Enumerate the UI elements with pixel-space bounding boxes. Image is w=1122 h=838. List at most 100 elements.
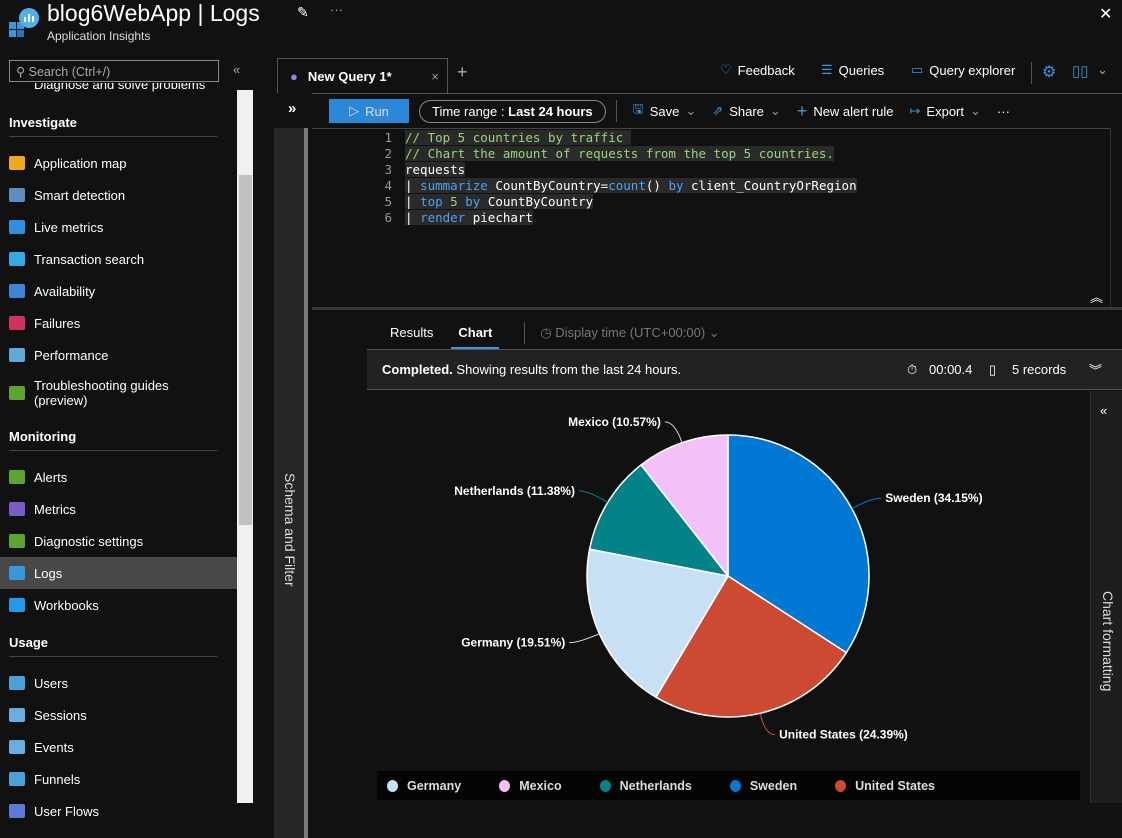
sidebar-item-metrics[interactable]: Metrics	[0, 493, 237, 525]
chevron-down-icon[interactable]: ⌄	[1097, 62, 1108, 78]
play-icon: ▷	[349, 103, 360, 118]
run-button[interactable]: ▷ Run	[329, 99, 409, 123]
add-tab-icon[interactable]: +	[457, 62, 468, 83]
code-token: // Chart the amount of requests from the…	[405, 146, 834, 161]
sidebar-item-performance[interactable]: Performance	[0, 339, 237, 371]
export-button[interactable]: ↦ Export ⌄	[910, 103, 981, 119]
expand-chart-formatting-icon[interactable]: «	[1100, 403, 1107, 418]
code-token: render	[420, 210, 466, 225]
user-icon	[9, 804, 25, 818]
sidebar-section-title: Investigate	[9, 115, 77, 130]
editor-results-splitter[interactable]	[312, 307, 1122, 310]
sidebar-item-label: Users	[34, 675, 68, 691]
legend-marker	[599, 779, 611, 792]
sidebar-item-troubleshooting-guides-preview[interactable]: Troubleshooting guides (preview)	[0, 371, 237, 415]
legend-item[interactable]: United States	[835, 779, 935, 793]
legend-item[interactable]: Germany	[387, 779, 461, 793]
sidebar-item-events[interactable]: Events	[0, 731, 237, 763]
record-count: 5 records	[1012, 362, 1067, 377]
legend-item[interactable]: Mexico	[499, 779, 562, 793]
sidebar-item-sessions[interactable]: Sessions	[0, 699, 237, 731]
save-label: Save	[649, 103, 680, 119]
legend-item[interactable]: Sweden	[729, 779, 797, 793]
sidebar-item-smart-detection[interactable]: Smart detection	[0, 179, 237, 211]
sidebar-item-alerts[interactable]: Alerts	[0, 461, 237, 493]
chart-formatting-label: Chart formatting	[1100, 591, 1116, 692]
code-token: |	[405, 210, 421, 225]
feedback-button[interactable]: ♡ Feedback	[720, 62, 795, 78]
sidebar-item-user-flows[interactable]: User Flows	[0, 795, 237, 827]
sidebar-item-live-metrics[interactable]: Live metrics	[0, 211, 237, 243]
transaction-icon	[9, 252, 25, 266]
chart-formatting-panel[interactable]: « Chart formatting	[1090, 391, 1122, 803]
sidebar-item-label: Funnels	[34, 771, 81, 787]
sidebar-item-availability[interactable]: Availability	[0, 275, 237, 307]
close-tab-icon[interactable]: ×	[431, 69, 439, 84]
book-icon[interactable]: ▯▯	[1072, 62, 1089, 80]
more-options-button[interactable]: ···	[997, 104, 1010, 119]
query-editor[interactable]: 1 // Top 5 countries by traffic 2 // Chart…	[312, 128, 1110, 308]
availability-icon	[9, 284, 25, 298]
collapse-sidebar-icon[interactable]: «	[233, 62, 240, 77]
expand-schema-icon[interactable]: »	[288, 100, 296, 117]
data-label: Netherlands (11.38%)	[454, 484, 575, 498]
queries-button[interactable]: ☰ Queries	[821, 62, 884, 78]
chart-legend: Germany Mexico Netherlands Sweden United Sta…	[377, 771, 1080, 800]
heart-icon: ♡	[720, 62, 732, 77]
status-text: Showing results from the last 24 hours.	[452, 362, 682, 377]
sidebar-search-input[interactable]: ⚲ Search (Ctrl+/)	[9, 60, 219, 82]
sidebar-item-label: Diagnose and solve problems	[34, 83, 206, 92]
sidebar-item-diagnose[interactable]: Diagnose and solve problems	[9, 83, 237, 92]
code-token: ()	[645, 178, 669, 193]
sidebar-item-label: Diagnostic settings	[34, 533, 144, 549]
failures-icon	[9, 316, 25, 330]
sidebar-item-label: Metrics	[34, 501, 76, 517]
chevron-down-icon: ⌄	[769, 103, 781, 118]
sidebar-item-workbooks[interactable]: Workbooks	[0, 589, 237, 621]
sidebar-item-transaction-search[interactable]: Transaction search	[0, 243, 237, 275]
export-label: Export	[926, 103, 964, 119]
save-button[interactable]: 🖫 Save ⌄	[633, 100, 697, 122]
pin-icon[interactable]: ✎	[297, 4, 309, 21]
sidebar-item-users[interactable]: Users	[0, 667, 237, 699]
leader-line	[664, 421, 683, 443]
sidebar-item-funnels[interactable]: Funnels	[0, 763, 237, 795]
sidebar-scrollbar-thumb[interactable]	[239, 175, 252, 525]
status-bar: Completed. Showing results from the last…	[367, 349, 1122, 390]
collapse-editor-icon[interactable]: ︽	[1090, 287, 1103, 306]
sidebar-item-label: User Flows	[34, 803, 100, 819]
funnels-icon	[9, 772, 25, 786]
display-time-dropdown[interactable]: ◷ Display time (UTC+00:00) ⌄	[540, 325, 719, 350]
time-range-button[interactable]: Time range : Last 24 hours	[419, 99, 606, 123]
sidebar-item-label: Troubleshooting guides (preview)	[34, 378, 169, 408]
line-number: 1	[384, 130, 392, 145]
code-token: top	[420, 194, 443, 209]
chevron-down-icon: ⌄	[685, 103, 697, 118]
more-icon[interactable]: ···	[330, 2, 343, 17]
schema-and-filter-panel[interactable]: Schema and Filter	[274, 128, 308, 838]
sessions-icon	[9, 708, 25, 722]
sidebar-item-application-map[interactable]: Application map	[0, 147, 237, 179]
status-completed: Completed.	[382, 362, 453, 377]
sidebar-item-logs[interactable]: Logs	[0, 557, 237, 589]
sidebar-item-label: Failures	[34, 315, 81, 331]
query-explorer-button[interactable]: ▭ Query explorer	[911, 62, 1015, 78]
leader-line	[851, 497, 882, 510]
share-button[interactable]: ⇗ Share ⌄	[712, 103, 781, 119]
sidebar-item-failures[interactable]: Failures	[0, 307, 237, 339]
display-time-label: Display time (UTC+00:00)	[555, 325, 706, 340]
editor-scrollbar[interactable]	[1110, 128, 1122, 308]
close-icon[interactable]: ✕	[1099, 4, 1112, 24]
tab-new-query-1[interactable]: ● New Query 1* ×	[277, 58, 448, 93]
sidebar-item-diagnostic-settings[interactable]: Diagnostic settings	[0, 525, 237, 557]
gear-icon[interactable]: ⚙	[1042, 62, 1056, 82]
code-token: piechart	[465, 210, 533, 225]
legend-label: Germany	[407, 778, 462, 793]
tab-chart[interactable]: Chart	[451, 325, 500, 350]
legend-item[interactable]: Netherlands	[599, 779, 692, 793]
code-token: by	[668, 178, 684, 193]
line-number: 4	[384, 178, 392, 193]
tab-results[interactable]: Results	[390, 325, 433, 350]
expand-status-icon[interactable]: ︾	[1089, 360, 1102, 379]
new-alert-rule-button[interactable]: + New alert rule	[797, 101, 894, 122]
